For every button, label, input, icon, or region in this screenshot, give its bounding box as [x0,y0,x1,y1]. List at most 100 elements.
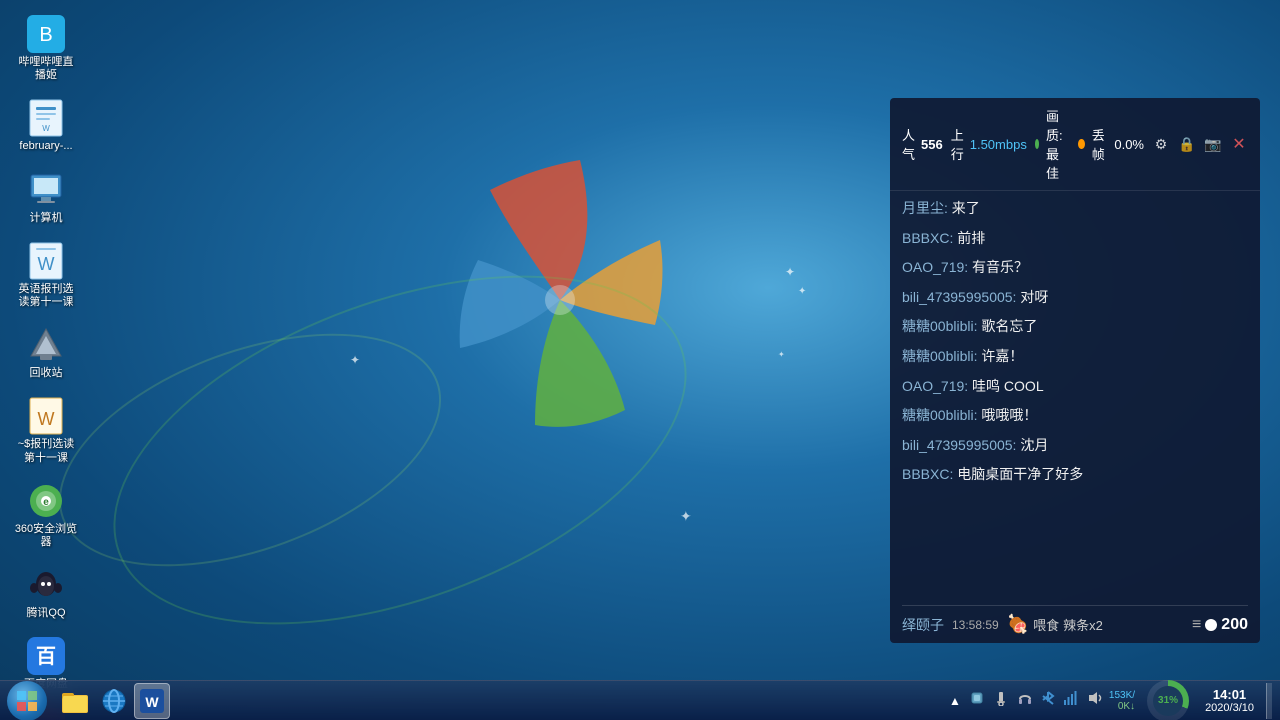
msg-4-content: 歌名忘了 [981,318,1037,334]
systray-headphone[interactable] [1015,688,1035,713]
popularity-value: 556 [921,137,943,152]
svg-text:W: W [145,694,159,710]
chat-msg-1: BBBXC: 前排 [902,229,1248,249]
qq-icon [26,565,66,605]
taskbar-wps[interactable]: W [134,683,170,719]
msg-2-username: OAO_719: [902,259,968,275]
chat-footer: 绎颐子 13:58:59 🍖 喂食 辣条x2 ≡ 200 [890,606,1260,643]
english-icon: W [26,241,66,281]
net-down-speed: 0K↓ [1118,701,1135,712]
msg-1-content: 前排 [957,230,985,246]
bilibili-label: 哔哩哔哩直 播姬 [14,56,78,82]
camera-icon[interactable]: 📷 [1204,135,1222,153]
chat-header: 人气 556 上行 1.50mbps 画质: 最佳 丢帧 0.0% ⚙ 🔒 📷 … [890,98,1260,191]
english-label: 英语报刊选 读第十一课 [14,283,78,309]
msg-2-content: 有音乐？ [972,259,1028,275]
loss-label: 丢帧 [1092,125,1109,163]
show-desktop-button[interactable] [1266,683,1272,719]
msg-7-content: 哦哦哦！ [981,407,1037,423]
sparkle1: ✦ [785,265,795,279]
header-icons: ⚙ 🔒 📷 ✕ [1152,135,1248,153]
icon-360browser[interactable]: e 360安全浏览 器 [10,477,82,553]
clock-time: 14:01 [1213,687,1246,702]
icon-recycle[interactable]: 回收站 [10,321,82,384]
taskbar: W ▲ [0,680,1280,720]
footer-amount-area: ≡ 200 [1192,616,1248,634]
chat-msg-9: BBBXC: 电脑桌面干净了好多 [902,465,1248,485]
systray-usb[interactable] [991,688,1011,713]
icon-bilibili[interactable]: B 哔哩哔哩直 播姬 [10,10,82,86]
chat-msg-4: 糖糖00blibli: 歌名忘了 [902,317,1248,337]
chat-msg-0: 月里尘: 来了 [902,199,1248,219]
svg-text:W: W [42,124,50,133]
chat-msg-7: 糖糖00blibli: 哦哦哦！ [902,406,1248,426]
close-icon[interactable]: ✕ [1230,135,1248,153]
taskbar-ie[interactable] [96,683,132,719]
msg-6-content: 哇鸣 COOL [972,378,1044,394]
quality-stat: 画质: 最佳 [1035,106,1071,182]
taskbar-folder[interactable] [58,683,94,719]
icon-february[interactable]: W february-... [10,94,82,157]
sparkle3: ✦ [350,353,360,367]
wpsdoc-label: ~$报刊选读 第十一课 [14,438,78,464]
amount-circle [1205,619,1217,631]
chat-msg-2: OAO_719: 有音乐？ [902,258,1248,278]
msg-5-content: 许嘉！ [981,348,1023,364]
recycle-icon [26,325,66,365]
systray-tool[interactable] [967,688,987,713]
chat-msg-6: OAO_719: 哇鸣 COOL [902,377,1248,397]
msg-8-content: 沈月 [1020,437,1048,453]
lock-icon[interactable]: 🔒 [1178,135,1196,153]
360browser-icon: e [26,481,66,521]
msg-5-username: 糖糖00blibli: [902,348,977,364]
qq-label: 腾讯QQ [26,607,65,620]
popularity-stat: 人气 556 [902,125,943,163]
svg-text:W: W [38,254,55,274]
systray: ▲ [939,680,1280,720]
bilibili-icon: B [26,14,66,54]
footer-separator: ≡ [1192,616,1201,634]
quality-dot [1035,139,1039,149]
msg-3-content: 对呀 [1020,289,1048,305]
settings-icon[interactable]: ⚙ [1152,135,1170,153]
msg-9-username: BBBXC: [902,466,953,482]
baidu-icon: 百 [26,636,66,676]
upload-value: 1.50mbps [970,137,1027,152]
gift-name: 辣条x2 [1063,615,1103,634]
icon-wpsdoc[interactable]: W ~$报刊选读 第十一课 [10,392,82,468]
msg-3-username: bili_47395995005: [902,289,1016,305]
upload-label: 上行 [951,125,964,163]
network-speed: 153K/ 0K↓ [1109,690,1135,712]
start-orb [7,681,47,720]
chat-msg-5: 糖糖00blibli: 许嘉！ [902,347,1248,367]
icon-english[interactable]: W 英语报刊选 读第十一课 [10,237,82,313]
msg-9-content: 电脑桌面干净了好多 [957,466,1083,482]
desktop-icon-area: B 哔哩哔哩直 播姬 W february-... [0,0,92,720]
taskbar-clock[interactable]: 14:01 2020/3/10 [1197,681,1262,720]
footer-amount: 200 [1221,616,1248,634]
quality-label: 画质: 最佳 [1046,106,1070,182]
systray-volume[interactable] [1085,688,1105,713]
systray-bluetooth[interactable] [1039,688,1057,713]
cpu-indicator[interactable]: 31% [1147,680,1189,720]
upload-stat: 上行 1.50mbps [951,125,1027,163]
loss-value: 0.0% [1114,137,1144,152]
sparkle4: ✦ [680,508,692,525]
taskbar-tray: W [54,683,174,719]
icon-computer[interactable]: 计算机 [10,166,82,229]
systray-network[interactable] [1061,688,1081,713]
chat-msg-3: bili_47395995005: 对呀 [902,288,1248,308]
computer-label: 计算机 [30,212,63,225]
sparkle2: ✦ [798,286,806,297]
systray-expand[interactable]: ▲ [947,692,963,710]
svg-text:百: 百 [36,646,56,668]
start-button[interactable] [0,681,54,720]
svg-text:W: W [38,409,55,429]
recycle-label: 回收站 [30,367,63,380]
clock-date: 2020/3/10 [1205,702,1254,714]
icon-qq[interactable]: 腾讯QQ [10,561,82,624]
chat-messages: 月里尘: 来了 BBBXC: 前排 OAO_719: 有音乐？ bili_473… [890,191,1260,605]
360browser-label: 360安全浏览 器 [14,523,78,549]
computer-icon [26,170,66,210]
footer-username: 绎颐子 [902,615,944,635]
